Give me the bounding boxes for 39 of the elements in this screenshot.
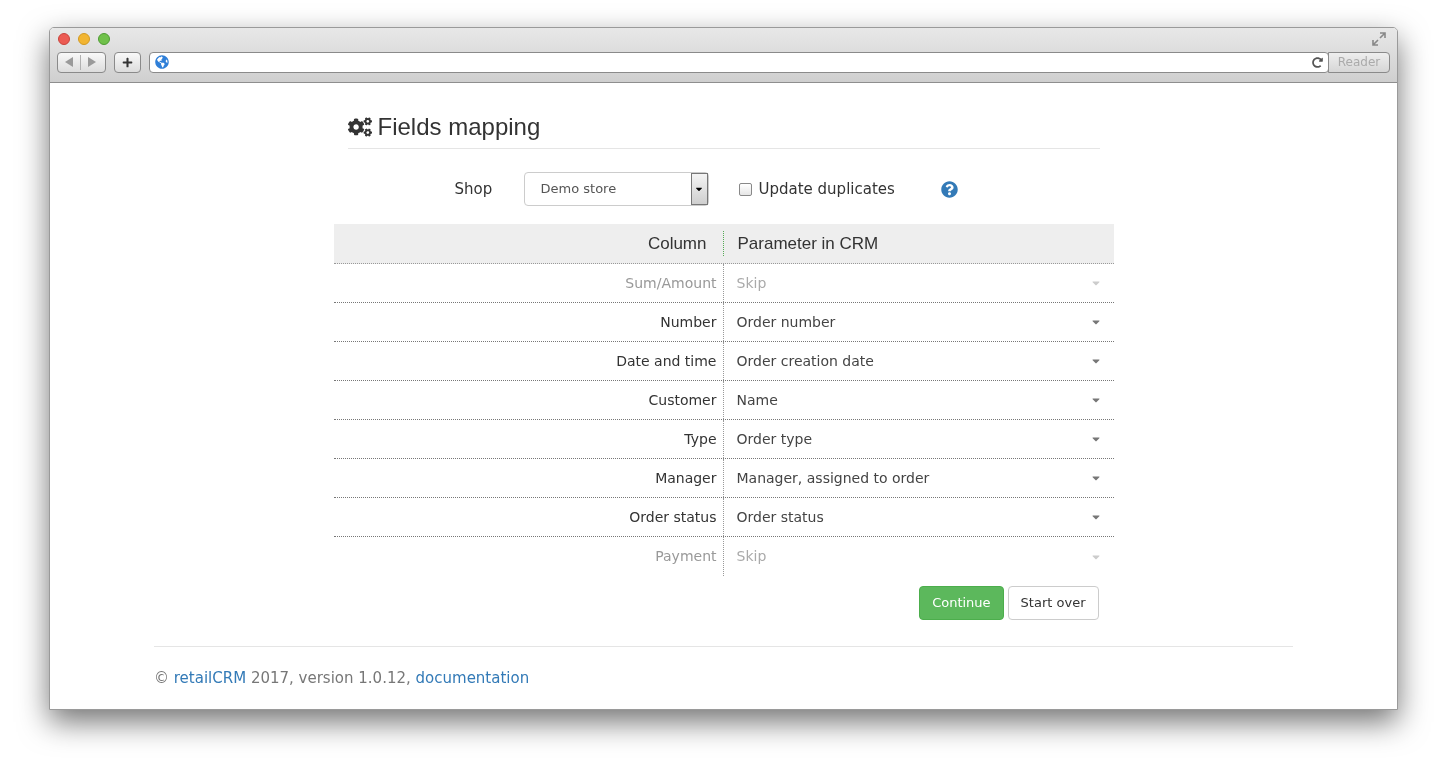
fullscreen-icon[interactable]: [1372, 32, 1386, 46]
column-name: Type: [333, 420, 724, 458]
parameter-select[interactable]: Order type: [723, 428, 1114, 450]
back-forward-control[interactable]: [57, 51, 106, 73]
update-duplicates-checkbox[interactable]: [738, 182, 752, 196]
parameter-select[interactable]: Manager, assigned to order: [723, 467, 1114, 489]
forward-arrow-icon[interactable]: [87, 57, 96, 67]
footer-text: © retailCRM 2017, version 1.0.12, documentation: [154, 668, 531, 689]
plus-icon: [122, 56, 133, 68]
shop-label: Shop: [454, 178, 494, 200]
start-over-button[interactable]: Start over: [1007, 586, 1099, 620]
column-name: Number: [333, 303, 724, 341]
column-name: Date and time: [333, 342, 724, 380]
parameter-select[interactable]: Name: [723, 389, 1114, 411]
maximize-window-icon[interactable]: [98, 33, 110, 45]
reload-icon[interactable]: [1312, 56, 1323, 68]
globe-icon: [155, 55, 169, 69]
back-arrow-icon[interactable]: [65, 57, 74, 67]
column-name: Payment: [333, 537, 724, 576]
parameter-select[interactable]: Order number: [723, 311, 1114, 333]
page-title: Fields mapping: [377, 112, 541, 142]
parameter-select[interactable]: Order creation date: [723, 350, 1114, 372]
column-header: Column: [333, 230, 724, 257]
column-name: Customer: [333, 381, 724, 419]
shop-select[interactable]: Demo store: [523, 172, 709, 206]
minimize-window-icon[interactable]: [78, 33, 90, 45]
column-name: Manager: [333, 459, 724, 497]
column-name: Order status: [333, 498, 724, 536]
gears-icon: [347, 115, 372, 139]
column-header: Parameter in CRM: [736, 232, 879, 255]
brand-link[interactable]: retailCRM: [173, 669, 247, 687]
parameter-select[interactable]: Order status: [723, 506, 1114, 528]
address-bar[interactable]: [149, 51, 1329, 73]
new-tab-button[interactable]: [114, 51, 141, 73]
update-duplicates-label: Update duplicates: [758, 178, 895, 200]
help-icon[interactable]: [940, 180, 958, 198]
column-name: Sum/Amount: [333, 264, 724, 302]
close-window-icon[interactable]: [58, 33, 70, 45]
documentation-link[interactable]: documentation: [415, 669, 530, 687]
